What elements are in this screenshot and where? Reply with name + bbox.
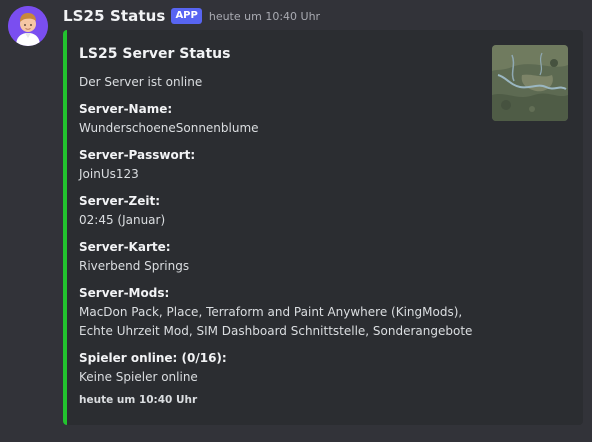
field-players-online: Spieler online: (0/16): Keine Spieler on… <box>79 348 227 387</box>
field-name: Server-Name: <box>79 102 173 116</box>
field-value-line: Echte Uhrzeit Mod, SIM Dashboard Schnitt… <box>79 324 473 338</box>
field-server-password: Server-Passwort: JoinUs123 <box>79 145 195 184</box>
field-name: Server-Zeit: <box>79 194 161 208</box>
field-name: Server-Mods: <box>79 286 170 300</box>
field-value: Riverbend Springs <box>79 259 190 273</box>
embed-footer-timestamp: heute um 10:40 Uhr <box>79 394 198 406</box>
person-avatar-icon[interactable] <box>8 6 48 46</box>
field-value: 02:45 (Januar) <box>79 213 166 227</box>
field-value: Keine Spieler online <box>79 370 198 384</box>
app-badge: APP <box>171 8 202 24</box>
field-server-map: Server-Karte: Riverbend Springs <box>79 237 189 276</box>
embed-description: Der Server ist online <box>79 75 203 89</box>
embed-title: LS25 Server Status <box>79 46 231 62</box>
field-value: JoinUs123 <box>79 167 139 181</box>
field-name: Spieler online: (0/16): <box>79 351 227 365</box>
field-value-line: MacDon Pack, Place, Terraform and Paint … <box>79 305 463 319</box>
field-name: Server-Passwort: <box>79 148 196 162</box>
field-server-mods: Server-Mods: MacDon Pack, Place, Terrafo… <box>79 283 472 341</box>
field-value: WunderschoeneSonnenblume <box>79 121 259 135</box>
map-thumbnail[interactable] <box>492 45 568 121</box>
message-header: LS25 Status APP heute um 10:40 Uhr <box>63 6 320 26</box>
chat-message: LS25 Status APP heute um 10:40 Uhr LS25 … <box>0 0 592 442</box>
message-timestamp: heute um 10:40 Uhr <box>208 9 321 23</box>
field-server-name: Server-Name: WunderschoeneSonnenblume <box>79 99 259 138</box>
username[interactable]: LS25 Status <box>63 7 165 25</box>
status-embed: LS25 Server Status Der Server ist online… <box>63 30 583 425</box>
field-server-time: Server-Zeit: 02:45 (Januar) <box>79 191 165 230</box>
field-name: Server-Karte: <box>79 240 171 254</box>
